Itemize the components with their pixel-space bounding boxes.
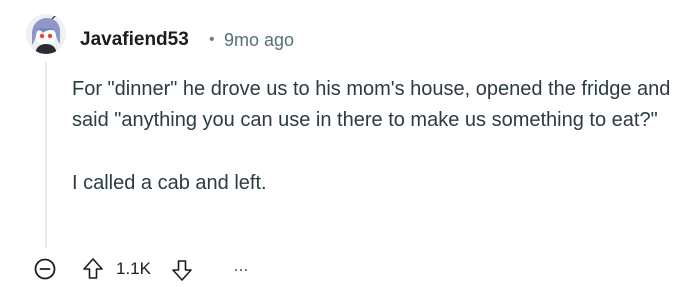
user-avatar[interactable]: [26, 14, 66, 54]
comment-paragraph: For "dinner" he drove us to his mom's ho…: [72, 78, 671, 131]
downvote-icon[interactable]: [171, 258, 193, 282]
meta-separator: •: [209, 31, 215, 48]
comment-author[interactable]: Javafiend53: [80, 28, 189, 52]
upvote-icon[interactable]: [82, 257, 104, 281]
collapse-icon[interactable]: [33, 257, 57, 281]
thread-line[interactable]: [45, 62, 47, 248]
comment-action-bar: 1.1K ...: [0, 250, 700, 286]
more-options-icon[interactable]: ...: [229, 255, 253, 279]
comment: Javafiend53 • 9mo ago For "dinner" he dr…: [0, 0, 700, 287]
snoo-avatar-icon: [26, 14, 66, 54]
comment-timestamp[interactable]: 9mo ago: [224, 28, 294, 52]
comment-paragraph: I called a cab and left.: [72, 172, 267, 194]
comment-body: For "dinner" he drove us to his mom's ho…: [72, 74, 682, 199]
vote-score: 1.1K: [116, 259, 151, 278]
